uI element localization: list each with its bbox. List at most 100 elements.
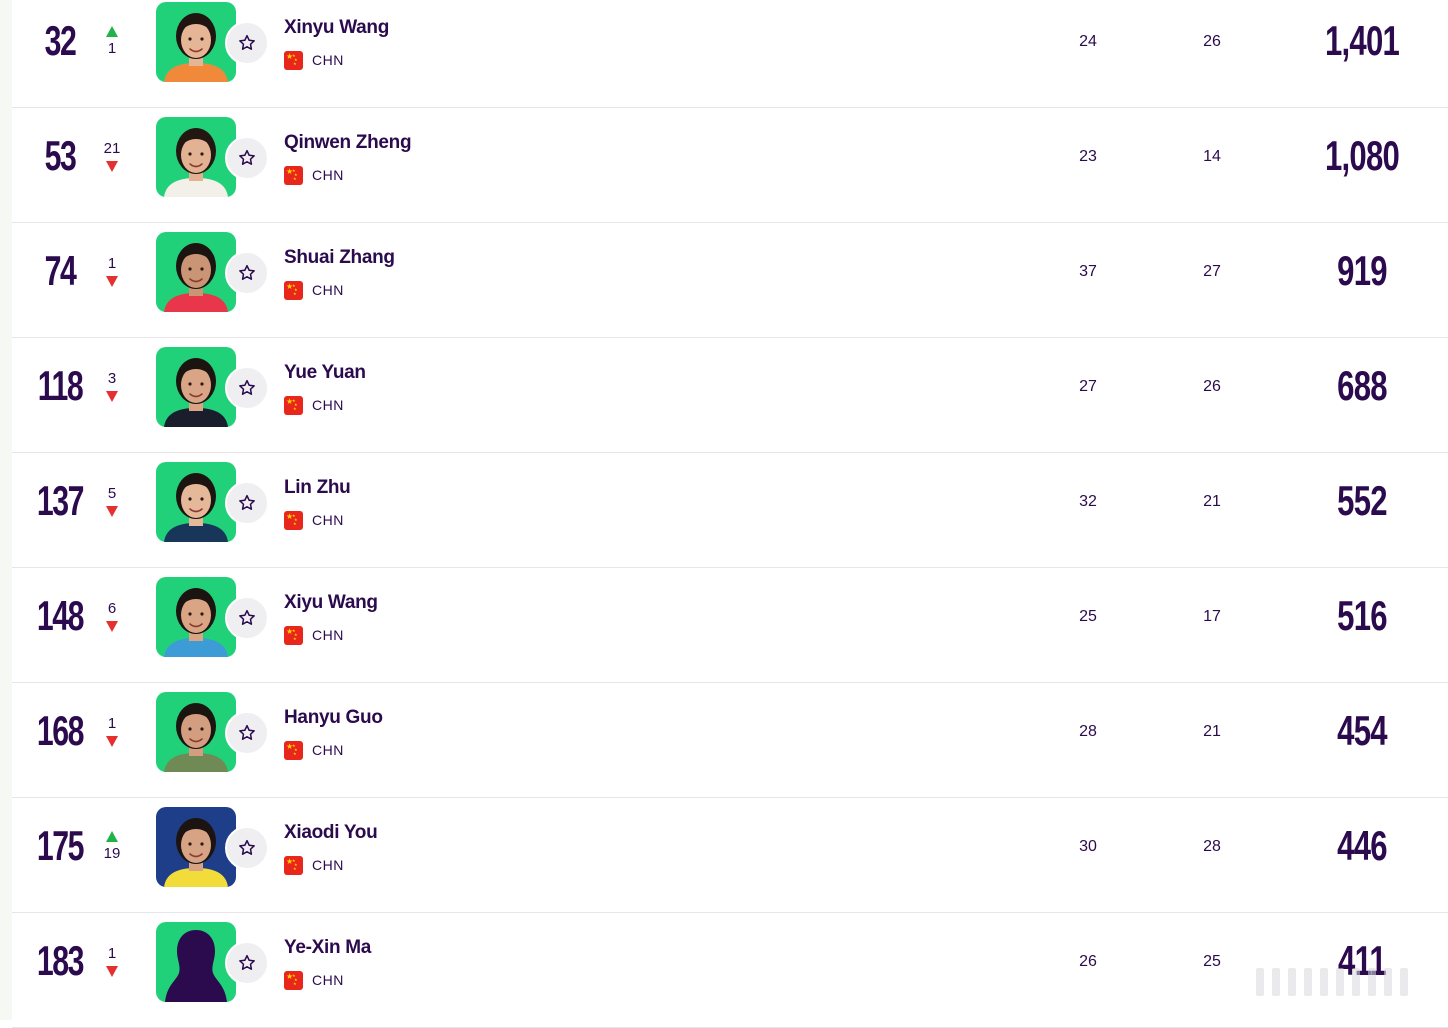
favorite-button[interactable] [225, 826, 269, 870]
movement-value: 3 [107, 369, 117, 387]
star-outline-icon [239, 379, 255, 395]
tournaments-played: 21 [1203, 493, 1221, 510]
triangle-down-icon [106, 735, 118, 747]
tournaments-played: 21 [1203, 723, 1221, 740]
favorite-button[interactable] [225, 21, 269, 65]
nationality: ★ ★ ★ ★ CHN [284, 970, 344, 990]
player-photo[interactable] [156, 2, 236, 82]
triangle-down-icon [106, 620, 118, 632]
age-value: 30 [1079, 838, 1097, 855]
age-value: 23 [1079, 148, 1097, 165]
country-code: CHN [312, 742, 344, 758]
player-row-6[interactable]: 148 6 Xiyu Wang ★ ★ ★ ★ CHN 25 17 516 [12, 568, 1448, 683]
portrait-image [156, 347, 236, 427]
movement-value: 5 [107, 484, 117, 502]
portrait-image [156, 232, 236, 312]
player-name[interactable]: Shuai Zhang [284, 247, 395, 269]
favorite-button[interactable] [225, 711, 269, 755]
triangle-down-icon [106, 965, 118, 977]
star-outline-icon [239, 839, 255, 855]
player-photo[interactable] [156, 117, 236, 197]
player-photo[interactable] [156, 347, 236, 427]
nationality: ★ ★ ★ ★ CHN [284, 395, 344, 415]
triangle-down-icon [106, 390, 118, 402]
rank-movement: 1 [92, 709, 132, 753]
rank-number: 32 [44, 17, 77, 64]
player-row-2[interactable]: 53 21 Qinwen Zheng ★ ★ ★ ★ CHN 23 14 1,0… [12, 108, 1448, 223]
movement-value: 6 [107, 599, 117, 617]
star-outline-icon [239, 954, 255, 970]
portrait-image [156, 117, 236, 197]
favorite-button[interactable] [225, 596, 269, 640]
player-photo[interactable] [156, 922, 236, 1002]
player-name[interactable]: Qinwen Zheng [284, 132, 412, 154]
player-name[interactable]: Lin Zhu [284, 477, 351, 499]
player-photo[interactable] [156, 462, 236, 542]
player-row-5[interactable]: 137 5 Lin Zhu ★ ★ ★ ★ CHN 32 21 552 [12, 453, 1448, 568]
points-value: 516 [1337, 592, 1387, 639]
triangle-down-icon [106, 160, 118, 172]
rank-movement: 5 [92, 479, 132, 523]
player-row-1[interactable]: 32 1 Xinyu Wang ★ ★ ★ ★ CHN 24 26 1,401 [12, 0, 1448, 108]
china-flag-icon: ★ ★ ★ ★ [284, 740, 303, 760]
favorite-button[interactable] [225, 366, 269, 410]
nationality: ★ ★ ★ ★ CHN [284, 625, 344, 645]
country-code: CHN [312, 857, 344, 873]
portrait-image [156, 692, 236, 772]
rank-movement: 1 [92, 939, 132, 983]
triangle-down-icon [106, 505, 118, 517]
points-value: 446 [1337, 822, 1387, 869]
player-name[interactable]: Hanyu Guo [284, 707, 383, 729]
age-value: 28 [1079, 723, 1097, 740]
player-row-3[interactable]: 74 1 Shuai Zhang ★ ★ ★ ★ CHN 37 27 919 [12, 223, 1448, 338]
star-outline-icon [239, 609, 255, 625]
player-name[interactable]: Xiyu Wang [284, 592, 378, 614]
rankings-list: 32 1 Xinyu Wang ★ ★ ★ ★ CHN 24 26 1,401 … [12, 0, 1448, 1028]
points-value: 454 [1337, 707, 1387, 754]
silhouette-icon [156, 922, 236, 1002]
favorite-button[interactable] [225, 251, 269, 295]
player-name[interactable]: Ye-Xin Ma [284, 937, 371, 959]
age-value: 37 [1079, 263, 1097, 280]
favorite-button[interactable] [225, 481, 269, 525]
age-value: 27 [1079, 378, 1097, 395]
country-code: CHN [312, 52, 344, 68]
player-photo[interactable] [156, 232, 236, 312]
player-row-4[interactable]: 118 3 Yue Yuan ★ ★ ★ ★ CHN 27 26 688 [12, 338, 1448, 453]
star-outline-icon [239, 494, 255, 510]
age-value: 25 [1079, 608, 1097, 625]
player-row-7[interactable]: 168 1 Hanyu Guo ★ ★ ★ ★ CHN 28 21 454 [12, 683, 1448, 798]
movement-value: 1 [107, 254, 117, 272]
tournaments-played: 25 [1203, 953, 1221, 970]
china-flag-icon: ★ ★ ★ ★ [284, 625, 303, 645]
rank-movement: 6 [92, 594, 132, 638]
country-code: CHN [312, 167, 344, 183]
movement-value: 1 [107, 714, 117, 732]
player-photo[interactable] [156, 692, 236, 772]
country-code: CHN [312, 512, 344, 528]
favorite-button[interactable] [225, 136, 269, 180]
player-name[interactable]: Yue Yuan [284, 362, 366, 384]
player-photo[interactable] [156, 807, 236, 887]
china-flag-icon: ★ ★ ★ ★ [284, 165, 303, 185]
points-value: 1,080 [1324, 132, 1400, 179]
nationality: ★ ★ ★ ★ CHN [284, 740, 344, 760]
favorite-button[interactable] [225, 941, 269, 985]
triangle-up-icon [106, 25, 118, 37]
china-flag-icon: ★ ★ ★ ★ [284, 970, 303, 990]
china-flag-icon: ★ ★ ★ ★ [284, 510, 303, 530]
player-row-8[interactable]: 175 19 Xiaodi You ★ ★ ★ ★ CHN 30 28 446 [12, 798, 1448, 913]
player-name[interactable]: Xinyu Wang [284, 17, 389, 39]
player-photo[interactable] [156, 577, 236, 657]
rank-movement: 21 [92, 134, 132, 178]
triangle-down-icon [106, 275, 118, 287]
triangle-up-icon [106, 830, 118, 842]
nationality: ★ ★ ★ ★ CHN [284, 510, 344, 530]
player-row-9[interactable]: 183 1 Ye-Xin Ma ★ ★ ★ ★ CHN 26 25 411 [12, 913, 1448, 1028]
china-flag-icon: ★ ★ ★ ★ [284, 50, 303, 70]
movement-value: 19 [103, 844, 121, 862]
star-outline-icon [239, 264, 255, 280]
movement-value: 21 [103, 139, 121, 157]
points-value: 688 [1337, 362, 1387, 409]
player-name[interactable]: Xiaodi You [284, 822, 378, 844]
